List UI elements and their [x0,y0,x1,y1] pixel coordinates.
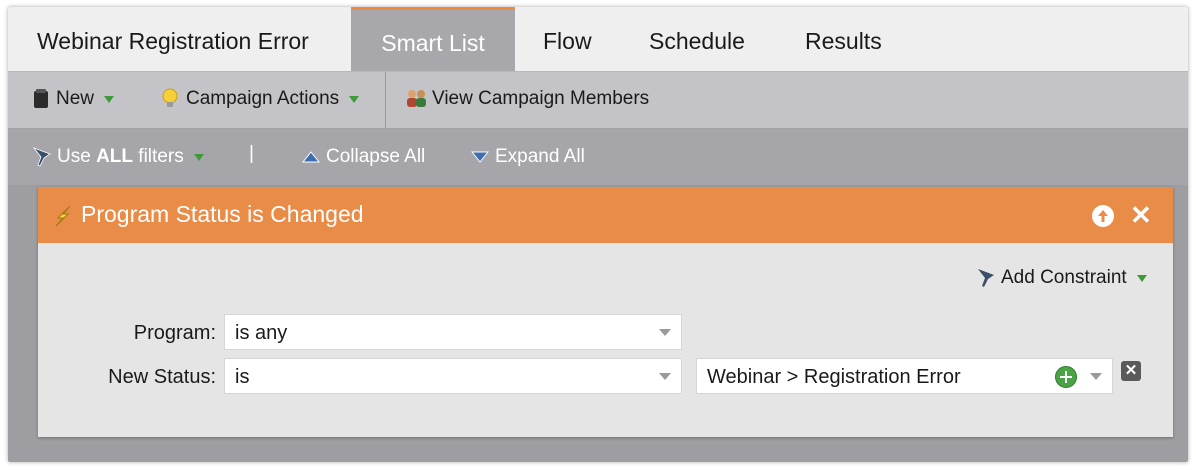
program-operator-value: is any [235,322,288,344]
new-status-value-select[interactable]: Webinar > Registration Error [696,358,1113,394]
expand-all-label: Expand All [495,146,585,167]
new-label: New [56,88,95,109]
use-prefix-text: Use [57,146,97,167]
new-status-label: New Status: [108,366,216,388]
toolbar-divider [385,72,386,128]
filter-panel: Program Status is Changed ✕ Add Constrai… [38,187,1173,437]
dropdown-caret-icon [659,373,671,380]
collapse-all-label: Collapse All [326,146,426,167]
chevron-down-icon [104,95,115,103]
trigger-bolt-icon [55,205,71,227]
view-campaign-members-button[interactable]: View Campaign Members [405,88,649,110]
move-up-icon[interactable] [1092,205,1114,227]
add-constraint-label: Add Constraint [1001,267,1127,288]
close-icon[interactable]: ✕ [1130,200,1152,230]
new-icon [34,89,48,108]
campaign-actions-label: Campaign Actions [186,88,340,109]
smart-campaign-window: Webinar Registration Error Smart List Fl… [8,7,1188,462]
people-icon [407,90,426,107]
chevron-down-icon [1136,274,1147,282]
filter-toolbar-separator: | [249,143,254,164]
dropdown-caret-icon [1090,373,1102,380]
program-label: Program: [133,322,216,344]
add-value-plus-icon[interactable] [1055,366,1077,388]
filter-icon [978,269,994,287]
filter-icon [32,147,51,167]
tab-smart-list[interactable]: Smart List [351,7,515,71]
main-toolbar: New Campaign Actions View Campaign Membe… [8,72,1188,129]
filter-header: Program Status is Changed ✕ [38,187,1173,243]
view-campaign-members-label: View Campaign Members [432,88,650,109]
expand-all-button[interactable]: Expand All [471,146,585,168]
campaign-actions-menu-button[interactable]: Campaign Actions [161,88,360,110]
tab-bar: Webinar Registration Error Smart List Fl… [8,7,1188,72]
remove-row-icon[interactable]: ✕ [1121,361,1141,381]
use-suffix-text: filters [133,146,184,167]
lightbulb-icon [162,88,178,107]
chevron-down-icon [193,153,204,161]
program-operator-select[interactable]: is any [224,314,682,350]
add-constraint-button[interactable]: Add Constraint [976,267,1147,289]
filter-title: Program Status is Changed [81,201,364,227]
tab-schedule[interactable]: Schedule [649,7,745,71]
tab-campaign-name[interactable]: Webinar Registration Error [37,7,309,71]
collapse-triangle-icon [302,151,320,163]
new-status-value: Webinar > Registration Error [707,366,961,388]
filter-toolbar: Use ALL filters | Collapse All Expand Al… [8,129,1188,185]
expand-triangle-icon [471,151,489,163]
new-status-operator-value: is [235,366,250,388]
tab-results[interactable]: Results [805,7,882,71]
new-status-operator-select[interactable]: is [224,358,682,394]
use-all-bold-text: ALL [96,146,134,167]
dropdown-caret-icon [659,329,671,336]
collapse-all-button[interactable]: Collapse All [302,146,425,168]
new-menu-button[interactable]: New [33,88,115,110]
use-all-filters-menu[interactable]: Use ALL filters [32,146,204,168]
tab-flow[interactable]: Flow [543,7,592,71]
chevron-down-icon [349,95,360,103]
